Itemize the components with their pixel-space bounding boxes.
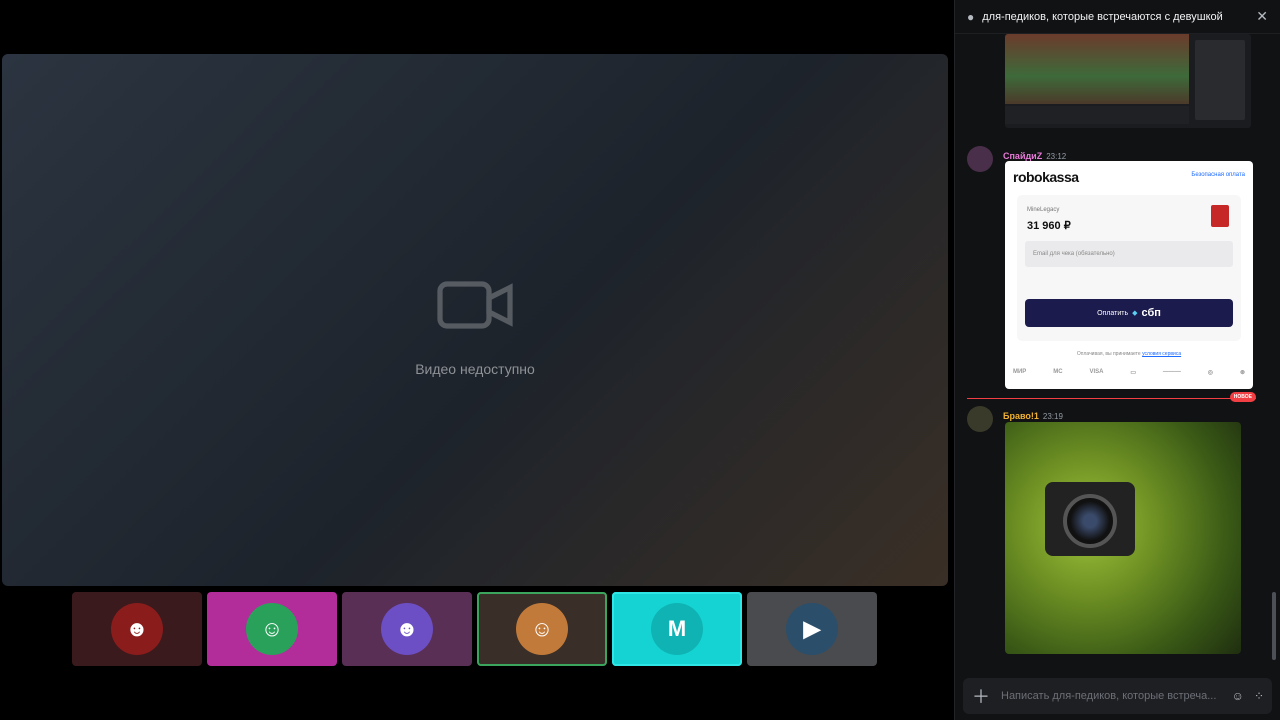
participant-tiles: ☻ ☺ ☻ ☺ M ▶ — [72, 592, 877, 666]
message-composer: ＋ Написать для-педиков, которые встреча.… — [963, 678, 1272, 714]
merchant-name: MineLegacy — [1027, 207, 1060, 213]
payment-system-logos: МИР MC VISA ▭ ——— ◎ ⊛ — [1013, 369, 1245, 376]
avatar[interactable] — [967, 146, 993, 172]
pay-button: Оплатить ◆ сбп — [1025, 299, 1233, 327]
participant-avatar: ☺ — [516, 603, 568, 655]
terms-text: Оплачивая, вы принимаете условия сервиса — [1005, 351, 1253, 357]
timestamp: 23:19 — [1042, 412, 1063, 421]
terms-prefix: Оплачивая, вы принимаете — [1076, 351, 1141, 357]
plus-icon[interactable]: ＋ — [971, 683, 991, 709]
avatar[interactable] — [967, 406, 993, 432]
payment-system-logo: ▭ — [1130, 370, 1137, 376]
lens-shape — [1063, 494, 1117, 548]
email-field: Email для чека (обязательно) — [1025, 241, 1233, 267]
chat-header: ● для-педиков, которые встречаются с дев… — [955, 0, 1280, 34]
close-icon[interactable]: ✕ — [1256, 8, 1268, 25]
channel-title: для-педиков, которые встречаются с девуш… — [982, 10, 1223, 23]
participant-avatar: ▶ — [786, 603, 838, 655]
participant-tile[interactable]: ☻ — [342, 592, 472, 666]
payment-amount: 31 960 ₽ — [1027, 220, 1071, 232]
payment-system-logo: VISA — [1089, 369, 1104, 375]
apps-icon[interactable]: ⁘ — [1254, 689, 1264, 703]
new-badge: НОВОЕ — [1229, 392, 1256, 402]
attached-screenshot[interactable] — [1005, 34, 1251, 128]
merchant-logo — [1211, 205, 1229, 227]
pay-card: Оплатить ◆ сбп — [1017, 287, 1241, 341]
sbp-icon: ◆ — [1132, 310, 1138, 317]
participant-avatar: M — [651, 603, 703, 655]
payment-system-logo: ——— — [1162, 369, 1181, 375]
payment-system-logo: ⊛ — [1239, 370, 1245, 376]
participant-tile[interactable]: ☺ — [477, 592, 607, 666]
payment-system-logo: ◎ — [1207, 370, 1214, 376]
video-stage: Видео недоступно ☻ ☺ ☻ ☺ M ▶ — [0, 0, 952, 720]
author-name[interactable]: Браво!1 — [1003, 411, 1039, 421]
attached-image[interactable] — [1005, 422, 1241, 654]
participant-tile[interactable]: ☺ — [207, 592, 337, 666]
main-video-feed[interactable]: Видео недоступно — [2, 54, 948, 586]
secure-payment-label: Безопасная оплата — [1191, 172, 1245, 178]
pay-brand: сбп — [1141, 307, 1161, 319]
video-placeholder: Видео недоступно — [2, 54, 948, 586]
participant-avatar: ☻ — [381, 603, 433, 655]
video-placeholder-text: Видео недоступно — [415, 361, 535, 377]
participant-tile[interactable]: ▶ — [747, 592, 877, 666]
pay-label: Оплатить — [1097, 309, 1129, 317]
author-name[interactable]: СпайдиZ — [1003, 151, 1042, 161]
payment-system-logo: MC — [1053, 369, 1063, 375]
participant-tile[interactable]: ☻ — [72, 592, 202, 666]
camera-icon — [437, 281, 513, 329]
participant-avatar: ☻ — [111, 603, 163, 655]
new-messages-divider — [967, 398, 1256, 399]
participant-avatar: ☺ — [246, 603, 298, 655]
payment-system-logo: МИР — [1013, 369, 1027, 375]
message-input[interactable]: Написать для-педиков, которые встреча... — [1001, 690, 1222, 702]
robokassa-logo: robokassa — [1013, 169, 1079, 185]
scrollbar[interactable] — [1272, 592, 1276, 660]
chat-bubble-icon: ● — [967, 9, 975, 24]
call-window: Видео недоступно ☻ ☺ ☻ ☺ M ▶ ● для-педиков, к… — [0, 0, 1280, 720]
terms-link: условия сервиса — [1142, 351, 1182, 357]
chat-panel: ● для-педиков, которые встречаются с дев… — [954, 0, 1280, 720]
robokassa-payment-image[interactable]: robokassa Безопасная оплата MineLegacy 3… — [1005, 161, 1253, 389]
timestamp: 23:12 — [1046, 152, 1067, 161]
message-list[interactable]: СпайдиZ 23:12 robokassa Безопасная оплата… — [955, 34, 1280, 676]
participant-tile[interactable]: M — [612, 592, 742, 666]
emoji-icon[interactable]: ☺ — [1232, 689, 1244, 703]
